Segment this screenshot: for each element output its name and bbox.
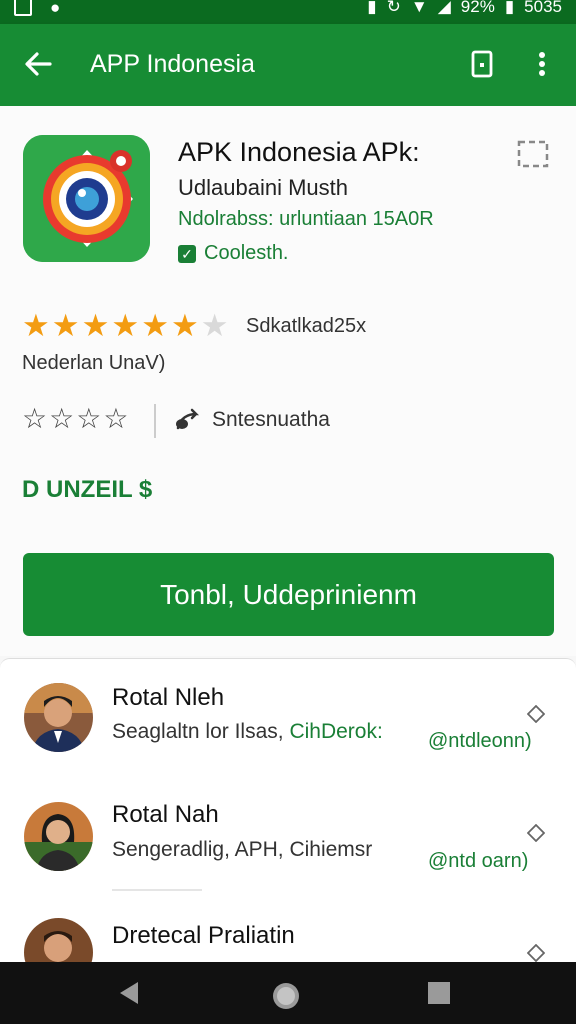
camera-lens-icon — [23, 135, 150, 262]
badge-check-icon: ✓ — [178, 244, 196, 263]
battery-text: 92% — [460, 0, 495, 16]
vibrate-icon: ▮ — [367, 0, 377, 16]
device-icon[interactable] — [470, 49, 494, 79]
sync-icon: ↻ — [386, 0, 401, 16]
divider — [112, 889, 202, 891]
arrow-left-icon[interactable] — [22, 48, 54, 80]
star-filled-icon: ★ — [22, 308, 50, 343]
diamond-icon[interactable] — [527, 705, 545, 723]
avatar — [24, 683, 93, 752]
star-outline-icon[interactable]: ☆ — [49, 402, 74, 435]
reviewer-name: Rotal Nleh — [112, 684, 225, 711]
reviewer-name: Dretecal Praliatin — [112, 922, 295, 949]
recents-square-icon[interactable] — [426, 980, 452, 1006]
battery-icon: ▮ — [504, 0, 515, 16]
more-vert-icon[interactable] — [530, 49, 554, 79]
badge-label: Coolesth. — [204, 242, 289, 264]
install-button[interactable]: Tonbl, Uddeprinienm — [23, 553, 554, 636]
category-label[interactable]: Nederlan UnaV) — [22, 352, 165, 375]
share-icon — [176, 408, 200, 430]
app-name: APK Indonesia APk: — [178, 137, 420, 167]
share-label: Sntesnuatha — [212, 408, 330, 431]
reviewer-name: Rotal Nah — [112, 801, 219, 828]
rating-count: Sdkatlkad25x — [246, 315, 367, 337]
star-outline-icon[interactable]: ☆ — [103, 402, 128, 435]
review-handle[interactable]: @ntdleonn) — [428, 730, 532, 753]
share-button[interactable]: Sntesnuatha — [174, 408, 330, 432]
star-filled-icon: ★ — [81, 308, 110, 343]
review-text: Seaglaltn lor Ilsas, CihDerok: — [112, 720, 383, 744]
wishlist-icon[interactable] — [517, 140, 549, 168]
diamond-icon[interactable] — [527, 824, 545, 842]
editor-badge: ✓ Coolesth. — [178, 242, 289, 265]
rate-stars[interactable]: ☆ ☆ ☆ ☆ — [22, 402, 128, 435]
diamond-icon[interactable] — [527, 944, 545, 962]
wifi-icon: ▼ — [410, 0, 428, 16]
rating-stars: ★ ★ ★ ★ ★ ★ ★ — [22, 308, 229, 344]
app-meta: Ndolrabss: urluntiaan 15A0R — [178, 208, 434, 230]
divider — [154, 404, 156, 438]
app-bar: APP Indonesia — [0, 24, 576, 106]
back-triangle-icon[interactable] — [116, 980, 142, 1006]
avatar — [24, 802, 93, 871]
signal-icon: ◢ — [437, 0, 451, 16]
star-filled-icon: ★ — [111, 308, 140, 343]
star-filled-icon: ★ — [51, 308, 80, 343]
review-handle[interactable]: @ntd oarn) — [428, 850, 528, 873]
review-inline-handle: CihDerok: — [289, 720, 383, 743]
star-outline-icon[interactable]: ☆ — [76, 402, 101, 435]
status-bar: ● ▮ ↻ ▼ ◢ 92% ▮ 5035 — [0, 0, 576, 24]
star-filled-icon: ★ — [170, 308, 199, 343]
notification-icon: ● — [50, 0, 61, 17]
image-icon — [14, 0, 32, 16]
review-snippet: Seaglaltn lor Ilsas, — [112, 720, 284, 743]
home-circle-icon[interactable] — [270, 980, 302, 1012]
system-nav-bar — [0, 962, 576, 1024]
star-filled-icon: ★ — [141, 308, 169, 343]
developer-name[interactable]: Udlaubaini Musth — [178, 175, 348, 201]
star-outline-icon[interactable]: ☆ — [22, 402, 47, 435]
star-empty-icon: ★ — [200, 308, 229, 343]
price-label: D UNZEIL $ — [22, 476, 153, 503]
clock: 5035 — [524, 0, 562, 16]
review-text: Sengeradlig, APH, Cihiemsr — [112, 838, 373, 861]
page-title: APP Indonesia — [90, 50, 255, 78]
